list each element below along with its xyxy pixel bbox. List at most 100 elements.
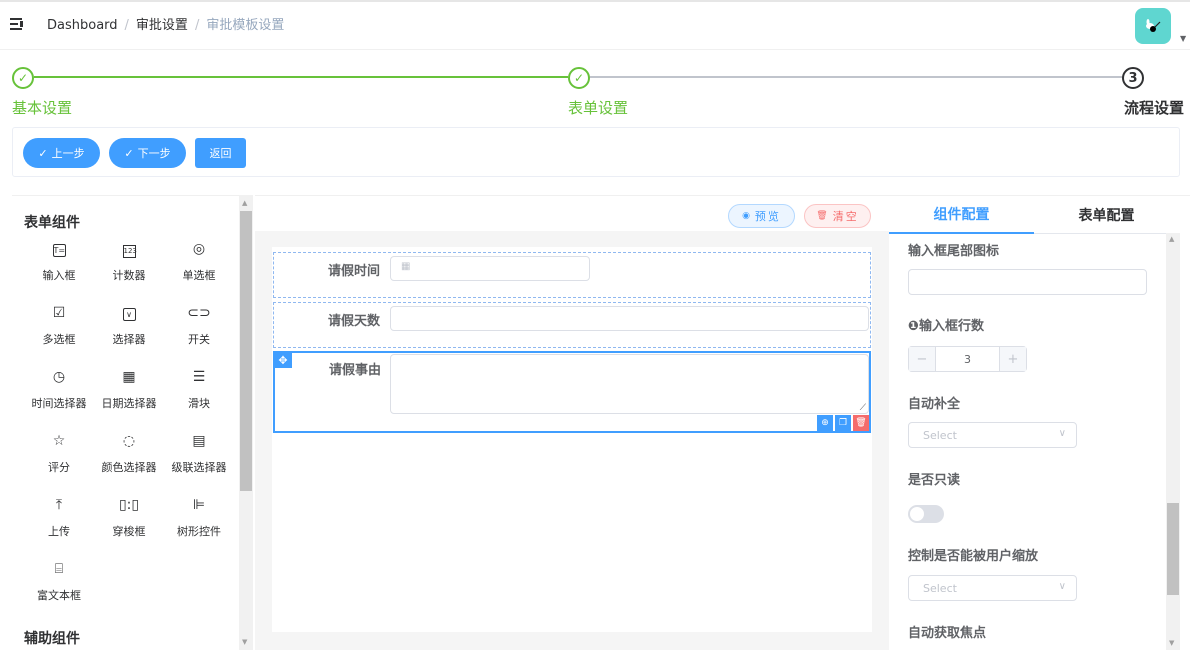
component-input[interactable]: T= 输入框 — [24, 239, 94, 299]
component-label: 多选框 — [42, 333, 76, 346]
component-label: 时间选择器 — [31, 397, 87, 410]
scroll-up-arrow-icon[interactable]: ▲ — [1169, 235, 1174, 243]
user-avatar[interactable] — [1135, 8, 1171, 44]
upload-icon: ⤒ — [55, 497, 63, 513]
component-tree[interactable]: ⊫ 树形控件 — [164, 495, 234, 555]
autocomplete-select[interactable]: Select ∨ — [908, 422, 1077, 448]
component-rate[interactable]: ☆ 评分 — [24, 431, 94, 491]
config-panel-scrollbar[interactable]: ▲ ▼ — [1166, 233, 1180, 650]
hamburger-fold-icon[interactable] — [10, 18, 24, 30]
aux-components-title: 辅助组件 — [24, 631, 80, 647]
scroll-down-arrow-icon[interactable]: ▼ — [1169, 639, 1174, 647]
readonly-switch[interactable] — [908, 505, 944, 523]
clear-button[interactable]: 🗑 清空 — [804, 204, 871, 228]
tab-component-config[interactable]: 组件配置 — [889, 196, 1034, 234]
component-color-picker[interactable]: ◌ 颜色选择器 — [94, 431, 164, 491]
clock-icon: ◷ — [52, 369, 66, 385]
copy-field-icon[interactable]: ❐ — [835, 415, 851, 431]
leave-reason-textarea[interactable]: ⟋ — [390, 354, 869, 414]
scroll-up-arrow-icon[interactable]: ▲ — [242, 199, 247, 207]
component-date-picker[interactable]: ▦ 日期选择器 — [94, 367, 164, 427]
component-time-picker[interactable]: ◷ 时间选择器 — [24, 367, 94, 427]
leave-days-input[interactable] — [390, 306, 869, 331]
input-icon: T= — [52, 244, 66, 257]
breadcrumb-template-settings: 审批模板设置 — [206, 18, 285, 33]
checkbox-icon: ☑ — [52, 305, 66, 321]
field-label: 请假天数 — [327, 314, 380, 329]
number-counter-icon: 123 — [94, 239, 164, 259]
preview-button[interactable]: ◉ 预览 — [728, 204, 795, 228]
avatar-dropdown-caret-icon[interactable]: ▼ — [1180, 34, 1186, 43]
eye-icon: ◉ — [742, 211, 752, 221]
resize-select[interactable]: Select ∨ — [908, 575, 1077, 601]
component-cascader[interactable]: ▤ 级联选择器 — [164, 431, 234, 491]
transfer-icon: ▯:▯ — [118, 497, 140, 513]
radio-icon: ◎ — [192, 241, 206, 257]
action-bar: ✓ 上一步 ✓ 下一步 返回 — [12, 127, 1180, 177]
left-panel-scrollbar[interactable]: ▲ ▼ — [239, 195, 253, 650]
scrollbar-thumb[interactable] — [1167, 503, 1179, 595]
date-picker-input[interactable]: ▦ — [390, 256, 590, 281]
tab-form-config[interactable]: 表单配置 — [1034, 196, 1179, 234]
component-label: 输入框 — [42, 269, 76, 282]
component-slider[interactable]: ☰ 滑块 — [164, 367, 234, 427]
prev-step-button[interactable]: ✓ 上一步 — [23, 138, 100, 168]
form-field-leave-days[interactable]: 请假天数 — [273, 302, 871, 348]
component-label: 评分 — [48, 461, 70, 474]
form-canvas: 请假时间 ▦ 请假天数 ✥ 请假事由 ⟋ ⊕ ❐ 🗑 — [255, 231, 889, 650]
component-label: 计数器 — [112, 269, 146, 282]
scrollbar-thumb[interactable] — [240, 211, 252, 491]
component-transfer[interactable]: ▯:▯ 穿梭框 — [94, 495, 164, 555]
decrease-button[interactable]: − — [909, 347, 935, 371]
add-field-icon[interactable]: ⊕ — [817, 415, 833, 431]
prev-step-label: 上一步 — [51, 147, 85, 160]
component-label: 开关 — [188, 333, 210, 346]
step-2-check-icon: ✓ — [568, 67, 590, 89]
preview-label: 预览 — [754, 210, 781, 223]
rows-stepper: − 3 + — [908, 346, 1027, 372]
component-panel: 表单组件 T= 输入框 123 计数器 ◎ 单选框 ☑ 多选框 ∨ 选择器 ⊂⊃… — [12, 195, 252, 650]
breadcrumb-separator: / — [194, 18, 200, 33]
palette-icon: ◌ — [122, 433, 136, 449]
component-label: 穿梭框 — [112, 525, 146, 538]
switch-knob — [910, 507, 924, 521]
readonly-label: 是否只读 — [908, 473, 961, 488]
back-button[interactable]: 返回 — [195, 138, 246, 168]
component-switch[interactable]: ⊂⊃ 开关 — [164, 303, 234, 363]
delete-field-icon[interactable]: 🗑 — [853, 415, 869, 431]
breadcrumb-approval-settings[interactable]: 审批设置 — [136, 17, 188, 35]
component-rich-text[interactable]: ⌸ 富文本框 — [24, 559, 94, 619]
breadcrumb: Dashboard / 审批设置 / 审批模板设置 — [47, 17, 284, 35]
rich-text-icon: ⌸ — [54, 561, 64, 577]
form-field-leave-time[interactable]: 请假时间 ▦ — [273, 252, 871, 298]
component-radio[interactable]: ◎ 单选框 — [164, 239, 234, 299]
component-number[interactable]: 123 计数器 — [94, 239, 164, 299]
next-step-button[interactable]: ✓ 下一步 — [109, 138, 186, 168]
increase-button[interactable]: + — [1000, 347, 1026, 371]
component-checkbox[interactable]: ☑ 多选框 — [24, 303, 94, 363]
check-icon: ✓ — [124, 146, 134, 160]
breadcrumb-separator: / — [124, 18, 129, 33]
component-label: 树形控件 — [177, 525, 221, 538]
step-line-2 — [590, 76, 1122, 78]
component-label: 单选框 — [182, 269, 216, 282]
field-tools: ⊕ ❐ 🗑 — [817, 415, 869, 431]
calendar-icon: ▦ — [401, 261, 411, 272]
step-2-title: 表单设置 — [568, 99, 629, 117]
navbar: Dashboard / 审批设置 / 审批模板设置 ▼ — [0, 2, 1190, 50]
form-components-title: 表单组件 — [24, 215, 80, 231]
component-upload[interactable]: ⤒ 上传 — [24, 495, 94, 555]
resize-handle-icon[interactable]: ⟋ — [860, 403, 866, 413]
breadcrumb-dashboard[interactable]: Dashboard — [47, 17, 118, 35]
form-field-leave-reason[interactable]: ✥ 请假事由 ⟋ ⊕ ❐ 🗑 — [273, 351, 871, 433]
step-line-1 — [34, 76, 568, 78]
scroll-down-arrow-icon[interactable]: ▼ — [242, 638, 247, 646]
component-label: 颜色选择器 — [101, 461, 157, 474]
chevron-down-icon: ∨ — [1058, 428, 1066, 439]
field-label: 请假事由 — [328, 363, 381, 378]
component-label: 选择器 — [112, 333, 146, 346]
rows-value[interactable]: 3 — [935, 347, 1000, 371]
component-select[interactable]: ∨ 选择器 — [94, 303, 164, 363]
suffix-icon-input[interactable] — [908, 269, 1147, 295]
step-1-check-icon: ✓ — [12, 67, 34, 89]
